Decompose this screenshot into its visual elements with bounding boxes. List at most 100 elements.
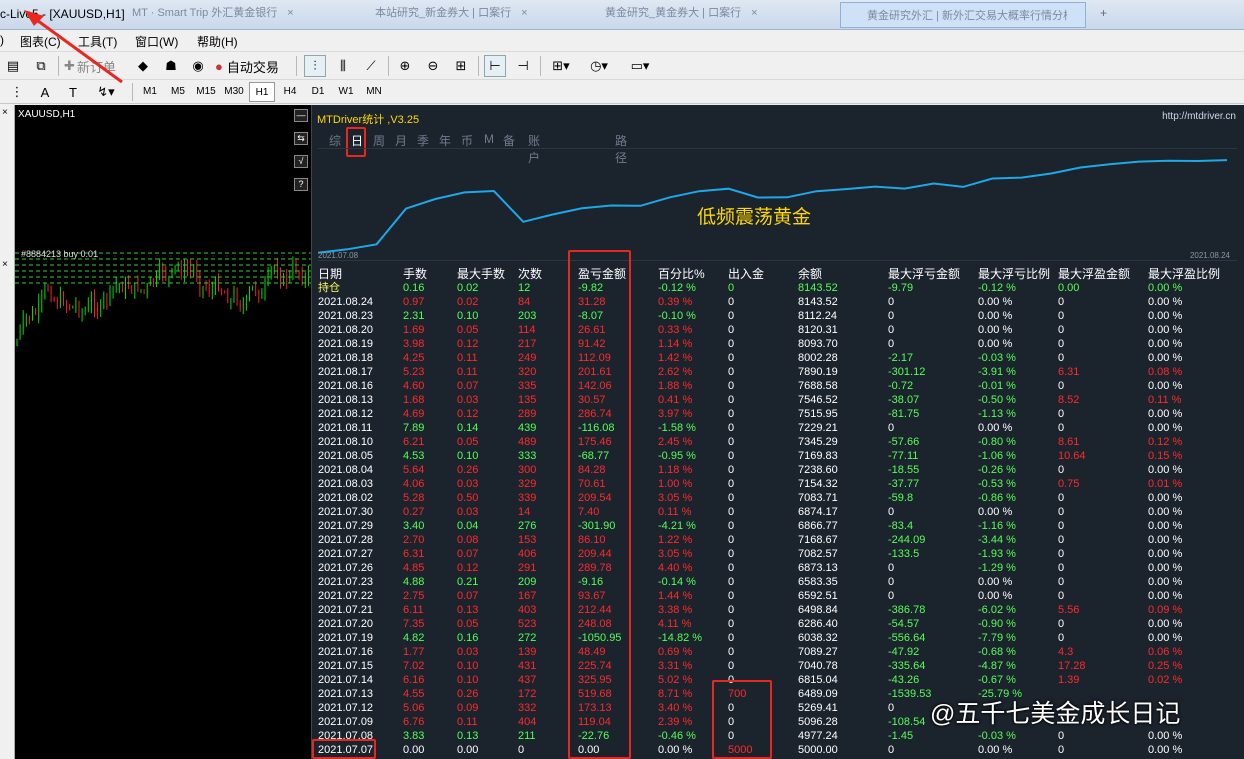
new-tab-button[interactable]: + (1100, 6, 1107, 20)
table-cell-max_lots: 0.02 (457, 282, 479, 294)
indicators-icon[interactable]: ⊞▾ (546, 55, 576, 77)
table-row[interactable]: 2021.07.21 6.11 0.13 403 212.44 3.38 % 0 6498.8… (318, 603, 1240, 617)
table-row[interactable]: 2021.07.26 4.85 0.12 291 289.78 4.40 % 0 6873.1… (318, 561, 1240, 575)
close-icon[interactable]: × (287, 7, 293, 19)
table-cell-balance: 7345.29 (798, 436, 838, 448)
table-row[interactable]: 持仓 0.16 0.02 12 -9.82 -0.12 % 0 8143.52 -9.79 -0.… (318, 281, 1240, 295)
tab-week[interactable]: 周 (373, 132, 385, 149)
tile-windows-icon[interactable]: ⊞ (450, 55, 472, 77)
table-row[interactable]: 2021.07.29 3.40 0.04 276 -301.90 -4.21 % 0 6866… (318, 519, 1240, 533)
table-row[interactable]: 2021.08.16 4.60 0.07 335 142.06 1.88 % 0 7688.5… (318, 379, 1240, 393)
auto-scroll-icon[interactable]: ⊢ (484, 55, 506, 77)
table-row[interactable]: 2021.08.02 5.28 0.50 339 209.54 3.05 % 0 7083.7… (318, 491, 1240, 505)
table-row[interactable]: 2021.07.28 2.70 0.08 153 86.10 1.22 % 0 7168.67… (318, 533, 1240, 547)
table-row[interactable]: 2021.08.04 5.64 0.26 300 84.28 1.18 % 0 7238.60… (318, 463, 1240, 477)
table-cell-max_lots: 0.03 (457, 394, 479, 406)
table-row[interactable]: 2021.08.17 5.23 0.11 320 201.61 2.62 % 0 7890.1… (318, 365, 1240, 379)
timeframe-w1[interactable]: W1 (333, 82, 359, 102)
menu-item-window[interactable]: 窗口(W) (135, 33, 178, 50)
menu-item-help[interactable]: 帮助(H) (197, 33, 238, 50)
column-header[interactable]: 百分比% (658, 267, 705, 281)
check-button[interactable]: √ (294, 155, 308, 168)
table-row[interactable]: 2021.07.30 0.27 0.03 14 7.40 0.11 % 0 6874.17 0 0… (318, 505, 1240, 519)
column-header[interactable]: 最大浮盈金额 (1058, 267, 1130, 281)
column-header[interactable]: 次数 (518, 267, 542, 281)
table-row[interactable]: 2021.07.23 4.88 0.21 209 -9.16 -0.14 % 0 6583.3… (318, 575, 1240, 589)
tab-m[interactable]: M (484, 132, 494, 146)
table-row[interactable]: 2021.07.16 1.77 0.03 139 48.49 0.69 % 0 7089.27… (318, 645, 1240, 659)
panel-url-link[interactable]: http://mtdriver.cn (1162, 111, 1236, 122)
column-header[interactable]: 最大浮亏比例 (978, 267, 1050, 281)
column-header[interactable]: 日期 (318, 267, 342, 281)
close-icon[interactable]: × (521, 7, 527, 19)
timeframe-toolbar: ⋮ A T ↯▾ M1 M5 M15 M30 H1 H4 D1 W1 MN (0, 80, 1244, 104)
column-header[interactable]: 最大手数 (457, 267, 505, 281)
table-row[interactable]: 2021.08.11 7.89 0.14 439 -116.08 -1.58 % 0 7229… (318, 421, 1240, 435)
timeframe-m5[interactable]: M5 (165, 82, 191, 102)
browser-tab-active[interactable]: 黄金研究外汇 | 新外汇交易大概率行情分析 (840, 2, 1086, 28)
table-row[interactable]: 2021.08.03 4.06 0.03 329 70.61 1.00 % 0 7154.32… (318, 477, 1240, 491)
table-row[interactable]: 2021.08.13 1.68 0.03 135 30.57 0.41 % 0 7546.52… (318, 393, 1240, 407)
close-icon[interactable]: × (2, 107, 8, 118)
close-icon[interactable]: × (751, 7, 757, 19)
table-cell-count: 404 (518, 716, 537, 728)
terminal-icon[interactable]: ◉ (187, 55, 209, 77)
tab-year[interactable]: 年 (439, 132, 451, 149)
table-cell-mfl: -59.8 (888, 492, 914, 504)
column-header[interactable]: 最大浮亏金额 (888, 267, 960, 281)
table-row[interactable]: 2021.07.19 4.82 0.16 272 -1050.95 -14.82 % 0 60… (318, 631, 1240, 645)
templates-icon[interactable]: ▭▾ (622, 55, 658, 77)
periods-icon[interactable]: ◷▾ (584, 55, 614, 77)
navigator-icon[interactable]: ☗ (160, 55, 182, 77)
help-button[interactable]: ? (294, 178, 308, 191)
tab-summary[interactable]: 综 (329, 132, 341, 149)
tab-quarter[interactable]: 季 (417, 132, 429, 149)
chart-shift-icon[interactable]: ⊣ (512, 55, 534, 77)
zoom-out-icon[interactable]: ⊖ (422, 55, 444, 77)
table-row[interactable]: 2021.08.23 2.31 0.10 203 -8.07 -0.10 % 0 8112.2… (318, 309, 1240, 323)
swap-button[interactable]: ⇆ (294, 132, 308, 145)
column-header[interactable]: 手数 (403, 267, 427, 281)
table-row[interactable]: 2021.08.18 4.25 0.11 249 112.09 1.42 % 0 8002.2… (318, 351, 1240, 365)
tab-notes[interactable]: 备 (503, 132, 515, 149)
tab-currency[interactable]: 币 (461, 132, 473, 149)
table-row[interactable]: 2021.07.22 2.75 0.07 167 93.67 1.44 % 0 6592.51… (318, 589, 1240, 603)
minimize-button[interactable]: — (294, 109, 308, 122)
timeframe-m30[interactable]: M30 (221, 82, 247, 102)
timeframe-m1[interactable]: M1 (137, 82, 163, 102)
table-row[interactable]: 2021.08.24 0.97 0.02 84 31.28 0.39 % 0 8143.52 0… (318, 295, 1240, 309)
timeframe-h1[interactable]: H1 (249, 82, 275, 102)
tab-month[interactable]: 月 (395, 132, 407, 149)
browser-tab-3[interactable]: 黄金研究_黄金券大 | 口案行 × (605, 4, 805, 26)
zoom-in-icon[interactable]: ⊕ (394, 55, 416, 77)
table-row[interactable]: 2021.07.27 6.31 0.07 406 209.44 3.05 % 0 7082.5… (318, 547, 1240, 561)
timeframe-d1[interactable]: D1 (305, 82, 331, 102)
column-header[interactable]: 出入金 (728, 267, 764, 281)
browser-tab-1[interactable]: MT · Smart Trip 外汇黄金银行 × (132, 4, 332, 26)
navigator-strip[interactable]: × × (0, 105, 15, 759)
close-icon[interactable]: × (2, 259, 8, 270)
table-row[interactable]: 2021.07.20 7.35 0.05 523 248.08 4.11 % 0 6286.4… (318, 617, 1240, 631)
table-row[interactable]: 2021.08.12 4.69 0.12 289 286.74 3.97 % 0 7515.9… (318, 407, 1240, 421)
table-row[interactable]: 2021.08.05 4.53 0.10 333 -68.77 -0.95 % 0 7169.… (318, 449, 1240, 463)
column-header[interactable]: 最大浮盈比例 (1148, 267, 1220, 281)
bar-chart-icon[interactable]: ⫶ (304, 55, 326, 77)
line-chart-icon[interactable]: ⟋ (360, 55, 382, 77)
timeframe-m15[interactable]: M15 (193, 82, 219, 102)
table-cell-pct: 3.97 % (658, 408, 693, 420)
table-row[interactable]: 2021.08.20 1.69 0.05 114 26.61 0.33 % 0 8120.31… (318, 323, 1240, 337)
table-row[interactable]: 2021.07.08 3.83 0.13 211 -22.76 -0.46 % 0 4977.… (318, 729, 1240, 743)
table-row[interactable]: 2021.07.14 6.16 0.10 437 325.95 5.02 % 0 6815.0… (318, 673, 1240, 687)
column-header[interactable]: 余额 (798, 267, 822, 281)
table-row[interactable]: 2021.07.15 7.02 0.10 431 225.74 3.31 % 0 7040.7… (318, 659, 1240, 673)
table-row[interactable]: 2021.08.10 6.21 0.05 489 175.46 2.45 % 0 7345.2… (318, 435, 1240, 449)
auto-trading-button[interactable]: ● 自动交易 (215, 55, 290, 77)
timeframe-h4[interactable]: H4 (277, 82, 303, 102)
timeframe-mn[interactable]: MN (361, 82, 387, 102)
price-chart[interactable]: XAUUSD,H1 #8884213 buy 0.01 — ⇆ √ ? (15, 105, 311, 759)
table-row[interactable]: 2021.08.19 3.98 0.12 217 91.42 1.14 % 0 8093.70… (318, 337, 1240, 351)
browser-tab-2[interactable]: 本站研究_新金券大 | 口案行 × (375, 4, 565, 26)
candlestick-icon[interactable]: ⫼ (332, 55, 354, 77)
table-row[interactable]: 2021.07.07 0.00 0.00 0 0.00 0.00 % 5000 5000.00… (318, 743, 1240, 757)
table-cell-mfp: 8.61 (1058, 436, 1080, 448)
